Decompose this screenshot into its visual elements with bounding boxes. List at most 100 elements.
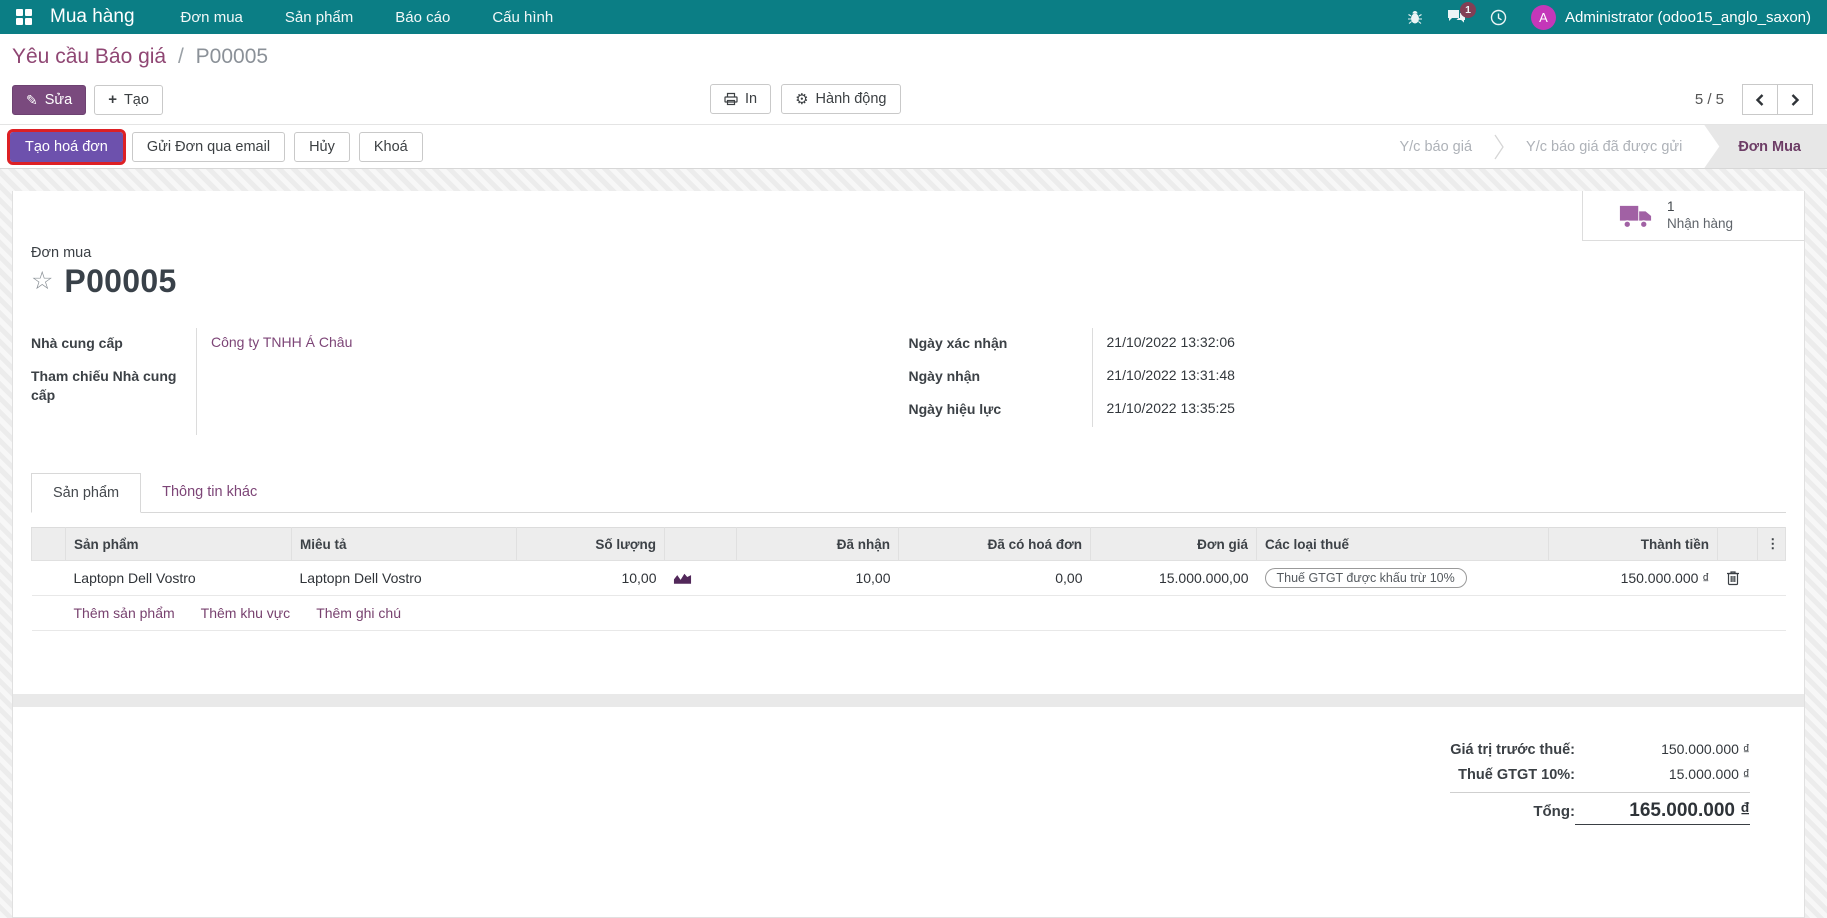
add-product-link[interactable]: Thêm sản phẩm bbox=[74, 605, 175, 621]
tax-tag[interactable]: Thuế GTGT được khấu trừ 10% bbox=[1265, 568, 1467, 588]
field-value-vendor-link[interactable]: Công ty TNHH Á Châu bbox=[211, 334, 352, 350]
field-label-vendor: Nhà cung cấp bbox=[31, 328, 196, 361]
gear-icon: ⚙ bbox=[795, 92, 808, 107]
col-trash bbox=[1718, 528, 1758, 561]
tax-amount-value: 15.000.000 ₫ bbox=[1575, 766, 1750, 782]
col-unit-price[interactable]: Đơn giá bbox=[1091, 528, 1257, 561]
field-label-effective-date: Ngày hiệu lực bbox=[909, 394, 1092, 427]
cell-billed[interactable]: 0,00 bbox=[899, 561, 1091, 596]
state-purchase-order-active[interactable]: Đơn Mua bbox=[1704, 125, 1827, 168]
col-quantity[interactable]: Số lượng bbox=[517, 528, 665, 561]
lock-button[interactable]: Khoá bbox=[359, 132, 423, 162]
col-taxes[interactable]: Các loại thuế bbox=[1257, 528, 1549, 561]
state-rfq[interactable]: Y/c báo giá bbox=[1377, 139, 1494, 155]
page-title: P00005 bbox=[64, 263, 176, 300]
messages-icon[interactable]: 1 bbox=[1447, 9, 1466, 25]
menu-bao-cao[interactable]: Báo cáo bbox=[395, 9, 450, 26]
delete-row-trash-icon[interactable] bbox=[1718, 561, 1758, 596]
cell-quantity[interactable]: 10,00 bbox=[517, 561, 665, 596]
doc-type-label: Đơn mua bbox=[31, 191, 1786, 261]
menu-don-mua[interactable]: Đơn mua bbox=[181, 9, 243, 26]
cell-subtotal: 150.000.000 ₫ bbox=[1549, 561, 1718, 596]
messages-count-badge: 1 bbox=[1460, 2, 1476, 18]
cell-unit-price[interactable]: 15.000.000,00 bbox=[1091, 561, 1257, 596]
favorite-star-icon[interactable]: ☆ bbox=[31, 269, 53, 294]
col-subtotal[interactable]: Thành tiền bbox=[1549, 528, 1718, 561]
forecast-chart-icon[interactable] bbox=[665, 561, 737, 596]
table-header-row: Sản phẩm Miêu tả Số lượng Đã nhận Đã có … bbox=[32, 528, 1786, 561]
print-button[interactable]: In bbox=[710, 84, 771, 114]
pager-previous-button[interactable] bbox=[1742, 84, 1778, 115]
form-sheet: 1 Nhận hàng Đơn mua ☆ P00005 Nhà cung cấ… bbox=[12, 191, 1805, 918]
action-button-label: Hành động bbox=[816, 91, 887, 107]
add-section-link[interactable]: Thêm khu vực bbox=[201, 605, 291, 621]
user-menu[interactable]: A Administrator (odoo15_anglo_saxon) bbox=[1531, 5, 1811, 30]
truck-icon bbox=[1619, 204, 1652, 228]
total-value: 165.000.000 ₫ bbox=[1575, 800, 1750, 825]
user-name: Administrator (odoo15_anglo_saxon) bbox=[1565, 9, 1811, 26]
order-lines-table: Sản phẩm Miêu tả Số lượng Đã nhận Đã có … bbox=[31, 527, 1786, 631]
apps-menu-icon[interactable] bbox=[16, 9, 32, 25]
optional-columns-toggle-icon[interactable]: ⋮ bbox=[1758, 528, 1786, 561]
field-value-vendor-reference[interactable] bbox=[196, 361, 909, 435]
plus-icon: + bbox=[108, 92, 117, 107]
receipt-count: 1 bbox=[1667, 199, 1733, 216]
col-received[interactable]: Đã nhận bbox=[737, 528, 899, 561]
tax-amount-label: Thuế GTGT 10%: bbox=[1458, 767, 1575, 783]
pager-value: 5 / 5 bbox=[1695, 91, 1724, 108]
notebook-tabs: Sản phẩm Thông tin khác bbox=[31, 473, 1786, 513]
add-line-row: Thêm sản phẩm Thêm khu vực Thêm ghi chú bbox=[32, 596, 1786, 631]
col-description[interactable]: Miêu tả bbox=[292, 528, 517, 561]
cell-received[interactable]: 10,00 bbox=[737, 561, 899, 596]
pencil-icon: ✎ bbox=[26, 93, 38, 107]
state-rfq-sent[interactable]: Y/c báo giá đã được gửi bbox=[1504, 139, 1704, 155]
table-row[interactable]: Laptopn Dell Vostro Laptopn Dell Vostro … bbox=[32, 561, 1786, 596]
cell-product[interactable]: Laptopn Dell Vostro bbox=[66, 561, 292, 596]
cell-description[interactable]: Laptopn Dell Vostro bbox=[292, 561, 517, 596]
field-value-receipt-date[interactable]: 21/10/2022 13:31:48 bbox=[1092, 361, 1497, 394]
send-by-email-button[interactable]: Gửi Đơn qua email bbox=[132, 132, 285, 162]
row-handle[interactable] bbox=[32, 561, 66, 596]
app-name[interactable]: Mua hàng bbox=[50, 6, 135, 28]
field-value-effective-date[interactable]: 21/10/2022 13:35:25 bbox=[1092, 394, 1497, 427]
debug-bug-icon[interactable] bbox=[1407, 9, 1423, 25]
breadcrumb-parent-link[interactable]: Yêu cầu Báo giá bbox=[12, 45, 166, 68]
activities-clock-icon[interactable] bbox=[1490, 9, 1507, 26]
add-note-link[interactable]: Thêm ghi chú bbox=[316, 605, 401, 621]
menu-cau-hinh[interactable]: Cấu hình bbox=[492, 9, 553, 26]
form-statusbar: Tạo hoá đơn Gửi Đơn qua email Hủy Khoá Y… bbox=[0, 124, 1827, 169]
col-forecast bbox=[665, 528, 737, 561]
edit-button[interactable]: ✎ Sửa bbox=[12, 85, 86, 115]
create-button-label: Tạo bbox=[124, 92, 149, 108]
printer-icon bbox=[724, 92, 738, 106]
field-value-confirm-date[interactable]: 21/10/2022 13:32:06 bbox=[1092, 328, 1497, 361]
untaxed-amount-value: 150.000.000 ₫ bbox=[1575, 741, 1750, 757]
menu-san-pham[interactable]: Sản phẩm bbox=[285, 9, 353, 26]
field-label-receipt-date: Ngày nhận bbox=[909, 361, 1092, 394]
sheet-divider-band bbox=[13, 694, 1804, 707]
breadcrumb: Yêu cầu Báo giá / P00005 bbox=[12, 45, 1827, 69]
create-button[interactable]: + Tạo bbox=[94, 85, 163, 115]
cancel-button[interactable]: Hủy bbox=[294, 132, 350, 162]
top-navbar: Mua hàng Đơn mua Sản phẩm Báo cáo Cấu hì… bbox=[0, 0, 1827, 34]
breadcrumb-current: P00005 bbox=[196, 45, 268, 68]
avatar: A bbox=[1531, 5, 1556, 30]
tab-products[interactable]: Sản phẩm bbox=[31, 473, 141, 513]
main-menus: Đơn mua Sản phẩm Báo cáo Cấu hình bbox=[181, 9, 554, 26]
col-handle bbox=[32, 528, 66, 561]
create-invoice-button[interactable]: Tạo hoá đơn bbox=[10, 132, 123, 162]
col-product[interactable]: Sản phẩm bbox=[66, 528, 292, 561]
receipt-stat-button[interactable]: 1 Nhận hàng bbox=[1582, 191, 1804, 241]
pager-next-button[interactable] bbox=[1777, 84, 1813, 115]
state-separator-icon bbox=[1494, 134, 1504, 160]
print-button-label: In bbox=[745, 91, 757, 107]
col-billed[interactable]: Đã có hoá đơn bbox=[899, 528, 1091, 561]
edit-button-label: Sửa bbox=[45, 92, 72, 108]
total-label: Tổng: bbox=[1533, 803, 1575, 820]
action-button[interactable]: ⚙ Hành động bbox=[781, 84, 900, 114]
cell-taxes[interactable]: Thuế GTGT được khấu trừ 10% bbox=[1257, 561, 1549, 596]
receipt-label: Nhận hàng bbox=[1667, 216, 1733, 233]
totals-section: Giá trị trước thuế: 150.000.000 ₫ Thuế G… bbox=[13, 707, 1804, 869]
tab-other-info[interactable]: Thông tin khác bbox=[141, 473, 278, 513]
field-label-confirm-date: Ngày xác nhận bbox=[909, 328, 1092, 361]
